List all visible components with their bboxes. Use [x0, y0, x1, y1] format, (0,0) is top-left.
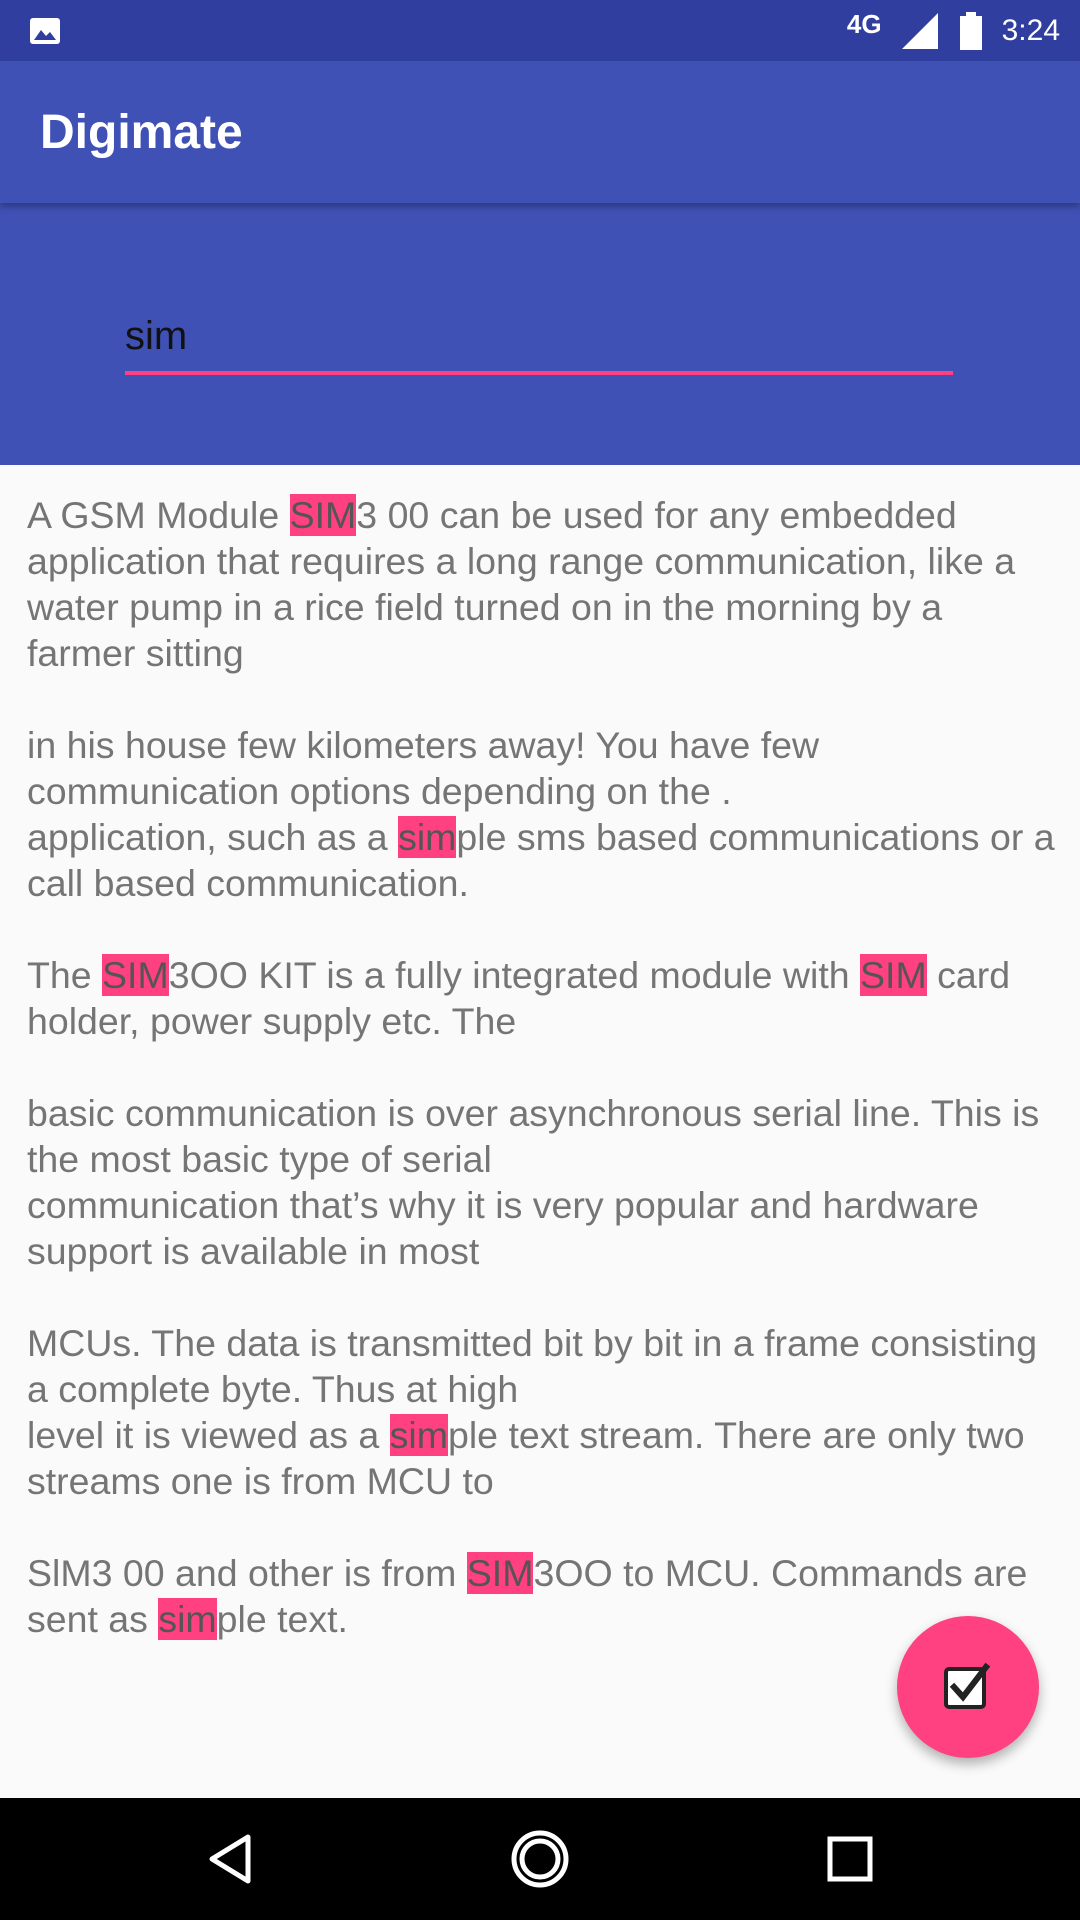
- paragraph: The SIM3OO KIT is a fully integrated mod…: [27, 952, 1057, 1044]
- search-highlight: sim: [398, 816, 457, 858]
- paragraph-text: ple text.: [216, 1598, 348, 1640]
- paragraph: in his house few kilometers away! You ha…: [27, 722, 1057, 906]
- search-highlight: SIM: [860, 954, 927, 996]
- paragraph: basic communication is over asynchronous…: [27, 1090, 1057, 1274]
- paragraph-text: The: [27, 954, 103, 996]
- search-area: [0, 203, 1080, 465]
- checkbox-icon: [944, 1662, 991, 1709]
- signal-icon: [901, 12, 938, 49]
- back-icon[interactable]: [200, 1829, 260, 1889]
- network-type: 4G: [846, 9, 882, 39]
- home-icon[interactable]: [510, 1829, 570, 1889]
- paragraph-text: A GSM Module: [27, 494, 290, 536]
- search-highlight: sim: [389, 1414, 448, 1456]
- paragraph-text: communication that’s why it is very popu…: [27, 1184, 979, 1272]
- paragraph-text: 3OO KIT is a fully integrated module wit…: [168, 954, 861, 996]
- recents-icon[interactable]: [820, 1829, 880, 1889]
- clock: 3:24: [1001, 13, 1060, 47]
- search-highlight: SIM: [289, 494, 357, 536]
- paragraph-text: in his house few kilometers away! You ha…: [27, 724, 820, 812]
- paragraph-text: application, such as a: [27, 816, 399, 858]
- paragraph: SlM3 00 and other is from SIM3OO to MCU.…: [27, 1550, 1057, 1642]
- navigation-bar: [0, 1798, 1080, 1920]
- paragraph-text: basic communication is over asynchronous…: [27, 1092, 1040, 1180]
- paragraph-text: level it is viewed as a: [27, 1414, 390, 1456]
- search-highlight: sim: [158, 1598, 217, 1640]
- status-bar: 4G 3:24: [0, 0, 1080, 61]
- paragraph-text: MCUs. The data is transmitted bit by bit…: [27, 1322, 1038, 1410]
- image-icon: [30, 18, 60, 44]
- search-input[interactable]: [125, 301, 953, 375]
- app-bar: Digimate: [0, 61, 1080, 203]
- paragraph: A GSM Module SIM3 00 can be used for any…: [27, 492, 1057, 676]
- confirm-fab-button[interactable]: [897, 1616, 1039, 1758]
- app-title: Digimate: [40, 106, 243, 159]
- search-highlight: SIM: [466, 1552, 534, 1594]
- search-highlight: SIM: [102, 954, 169, 996]
- paragraph-text: SlM3 00 and other is from: [27, 1552, 467, 1594]
- search-results-text: A GSM Module SIM3 00 can be used for any…: [27, 492, 1057, 1688]
- paragraph: MCUs. The data is transmitted bit by bit…: [27, 1320, 1057, 1504]
- battery-icon: [959, 11, 982, 50]
